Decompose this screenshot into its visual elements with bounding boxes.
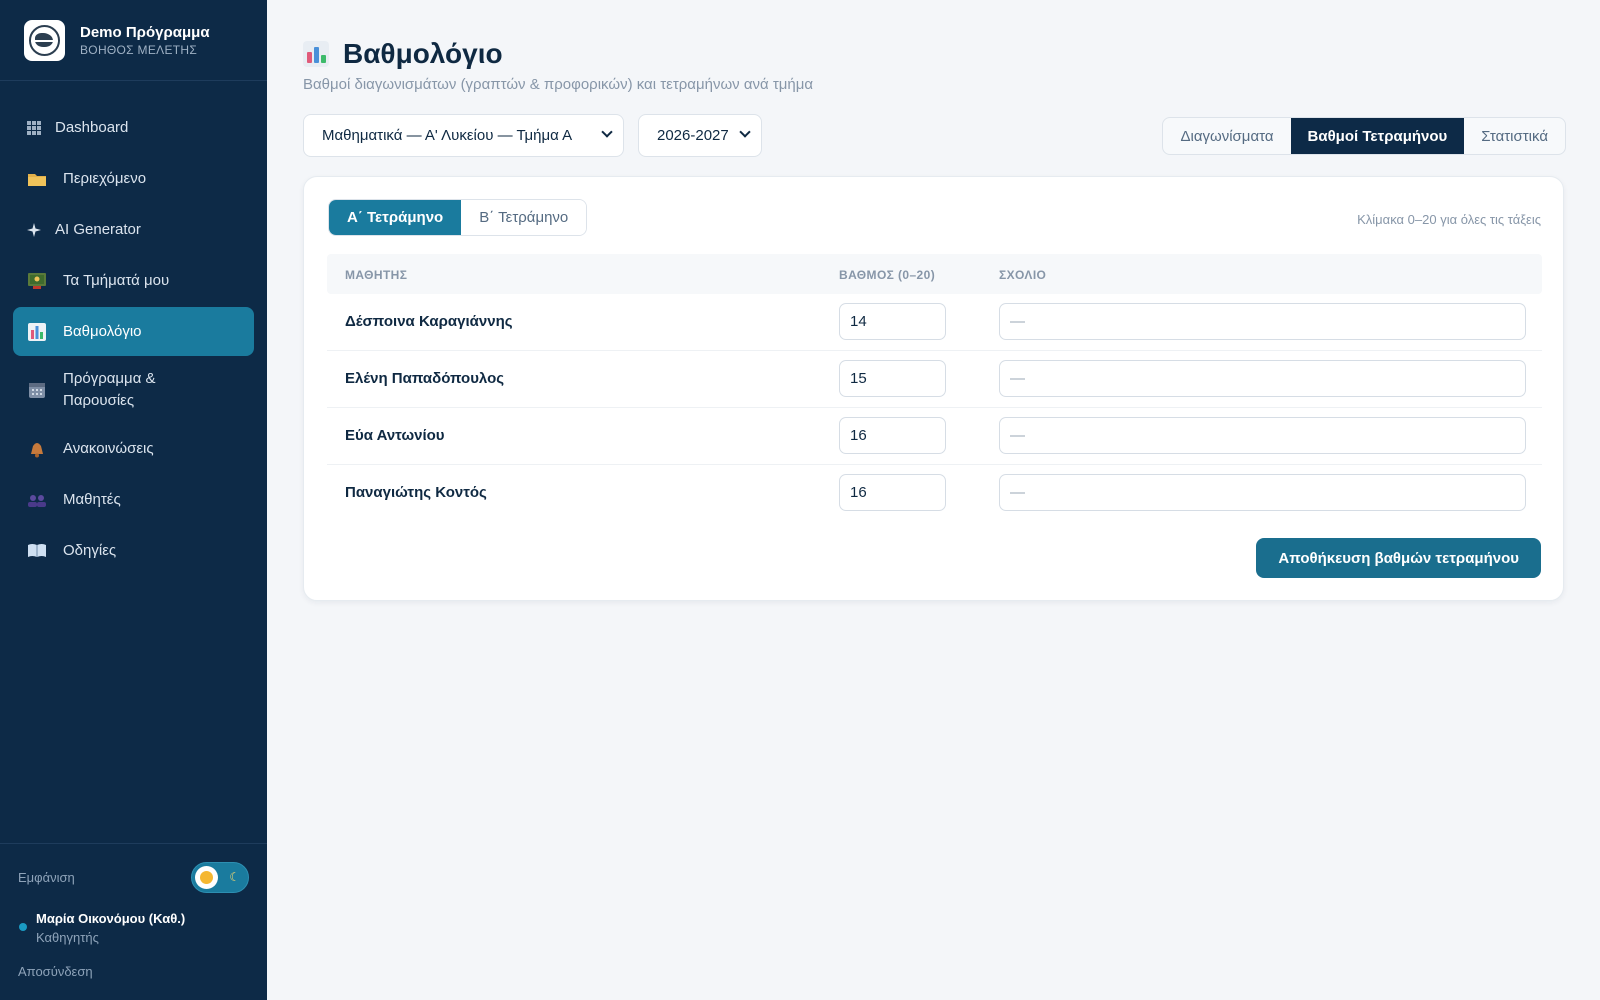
comment-input[interactable] bbox=[999, 360, 1526, 397]
grade-input[interactable] bbox=[839, 303, 946, 340]
comment-input[interactable] bbox=[999, 303, 1526, 340]
bar-chart-icon bbox=[27, 322, 47, 342]
theme-toggle[interactable]: ☾ bbox=[191, 862, 249, 893]
logout-link[interactable]: Αποσύνδεση bbox=[18, 964, 93, 979]
sun-icon bbox=[195, 866, 218, 889]
appearance-label: Εμφάνιση bbox=[18, 870, 75, 885]
classroom-icon bbox=[27, 271, 47, 291]
sidebar-nav: Dashboard Περιεχόμενο AI Generator Τα Τμ… bbox=[0, 81, 267, 575]
student-name: Ελένη Παπαδόπουλος bbox=[345, 370, 505, 387]
page-header: Βαθμολόγιο bbox=[303, 38, 503, 70]
class-select-value: Μαθηματικά — Α' Λυκείου — Τμήμα Α bbox=[322, 127, 573, 144]
column-header-grade: ΒΑΘΜΟΣ (0–20) bbox=[839, 268, 936, 282]
student-name: Δέσποινα Καραγιάννης bbox=[345, 313, 513, 330]
sidebar-item-content[interactable]: Περιεχόμενο bbox=[13, 154, 254, 203]
sidebar-item-label: Πρόγραμμα & Παρουσίες bbox=[63, 370, 156, 409]
table-row: Εύα Αντωνίου bbox=[327, 408, 1542, 465]
user-name: Μαρία Οικονόμου (Καθ.) bbox=[36, 911, 186, 926]
page-subtitle: Βαθμοί διαγωνισμάτων (γραπτών & προφορικ… bbox=[303, 76, 814, 93]
sidebar-item-label: Περιεχόμενο bbox=[63, 169, 147, 187]
sidebar-item-ai-generator[interactable]: AI Generator bbox=[13, 205, 254, 254]
sidebar-item-label: AI Generator bbox=[55, 220, 141, 238]
sidebar-item-label: Μαθητές bbox=[63, 490, 121, 508]
brand: Demo Πρόγραμμα ΒΟΗΘΟΣ ΜΕΛΕΤΗΣ bbox=[0, 0, 267, 81]
sidebar-item-my-classes[interactable]: Τα Τμήματά μου bbox=[13, 256, 254, 305]
page-title: Βαθμολόγιο bbox=[343, 38, 503, 69]
grades-card: Α΄ Τετράμηνο Β΄ Τετράμηνο Κλίμακα 0–20 γ… bbox=[303, 176, 1564, 601]
table-row: Δέσποινα Καραγιάννης bbox=[327, 294, 1542, 351]
term-tabs: Α΄ Τετράμηνο Β΄ Τετράμηνο bbox=[328, 199, 588, 236]
grade-input[interactable] bbox=[839, 474, 946, 511]
student-name: Εύα Αντωνίου bbox=[345, 427, 445, 444]
moon-icon: ☾ bbox=[229, 870, 240, 884]
logo-icon bbox=[24, 19, 65, 61]
grid-icon bbox=[27, 118, 41, 138]
tab-term-a[interactable]: Α΄ Τετράμηνο bbox=[329, 200, 462, 235]
year-select-value: 2026-2027 bbox=[657, 127, 729, 144]
scale-note: Κλίμακα 0–20 για όλες τις τάξεις bbox=[1357, 212, 1541, 227]
sparkle-icon bbox=[27, 220, 41, 240]
tab-statistics[interactable]: Στατιστικά bbox=[1464, 118, 1565, 154]
folder-icon bbox=[27, 169, 47, 189]
view-tabs: Διαγωνίσματα Βαθμοί Τετραμήνου Στατιστικ… bbox=[1162, 117, 1566, 155]
people-icon bbox=[27, 490, 47, 510]
bar-chart-icon bbox=[303, 41, 329, 67]
calendar-icon bbox=[27, 380, 47, 400]
table-row: Παναγιώτης Κοντός bbox=[327, 465, 1542, 522]
chevron-down-icon bbox=[739, 126, 751, 138]
sidebar-item-label: Dashboard bbox=[55, 118, 129, 136]
table-row: Ελένη Παπαδόπουλος bbox=[327, 351, 1542, 408]
sidebar-footer: Εμφάνιση ☾ Μαρία Οικονόμου (Καθ.) Καθηγη… bbox=[0, 843, 267, 1000]
tab-exams[interactable]: Διαγωνίσματα bbox=[1163, 118, 1290, 154]
sidebar-item-guide[interactable]: Οδηγίες bbox=[13, 526, 254, 575]
class-select[interactable]: Μαθηματικά — Α' Λυκείου — Τμήμα Α bbox=[303, 114, 624, 157]
chevron-down-icon bbox=[601, 126, 613, 138]
column-header-student: ΜΑΘΗΤΗΣ bbox=[345, 268, 408, 282]
grade-input[interactable] bbox=[839, 360, 946, 397]
year-select[interactable]: 2026-2027 bbox=[638, 114, 762, 157]
online-status-icon bbox=[19, 923, 27, 931]
main-content: Βαθμολόγιο Βαθμοί διαγωνισμάτων (γραπτών… bbox=[267, 0, 1600, 1000]
sidebar: Demo Πρόγραμμα ΒΟΗΘΟΣ ΜΕΛΕΤΗΣ Dashboard … bbox=[0, 0, 267, 1000]
brand-title: Demo Πρόγραμμα bbox=[80, 23, 210, 41]
sidebar-item-label: Οδηγίες bbox=[63, 541, 117, 559]
sidebar-item-schedule[interactable]: Πρόγραμμα & Παρουσίες bbox=[13, 358, 254, 422]
sidebar-item-announcements[interactable]: Ανακοινώσεις bbox=[13, 424, 254, 473]
student-name: Παναγιώτης Κοντός bbox=[345, 484, 487, 501]
user-role: Καθηγητής bbox=[36, 930, 99, 945]
sidebar-item-gradebook[interactable]: Βαθμολόγιο bbox=[13, 307, 254, 356]
sidebar-item-label: Βαθμολόγιο bbox=[63, 322, 142, 340]
column-header-comment: ΣΧΟΛΙΟ bbox=[999, 268, 1047, 282]
tab-term-b[interactable]: Β΄ Τετράμηνο bbox=[461, 200, 587, 235]
sidebar-item-students[interactable]: Μαθητές bbox=[13, 475, 254, 524]
sidebar-item-label: Ανακοινώσεις bbox=[63, 439, 154, 457]
book-icon bbox=[27, 541, 47, 561]
bell-icon bbox=[27, 439, 47, 459]
grade-input[interactable] bbox=[839, 417, 946, 454]
sidebar-item-label: Τα Τμήματά μου bbox=[63, 271, 170, 289]
table-header: ΜΑΘΗΤΗΣ ΒΑΘΜΟΣ (0–20) ΣΧΟΛΙΟ bbox=[327, 254, 1542, 294]
sidebar-item-dashboard[interactable]: Dashboard bbox=[13, 103, 254, 152]
comment-input[interactable] bbox=[999, 474, 1526, 511]
tab-term-grades[interactable]: Βαθμοί Τετραμήνου bbox=[1290, 118, 1465, 154]
comment-input[interactable] bbox=[999, 417, 1526, 454]
save-term-grades-button[interactable]: Αποθήκευση βαθμών τετραμήνου bbox=[1256, 538, 1541, 578]
brand-subtitle: ΒΟΗΘΟΣ ΜΕΛΕΤΗΣ bbox=[80, 42, 198, 57]
